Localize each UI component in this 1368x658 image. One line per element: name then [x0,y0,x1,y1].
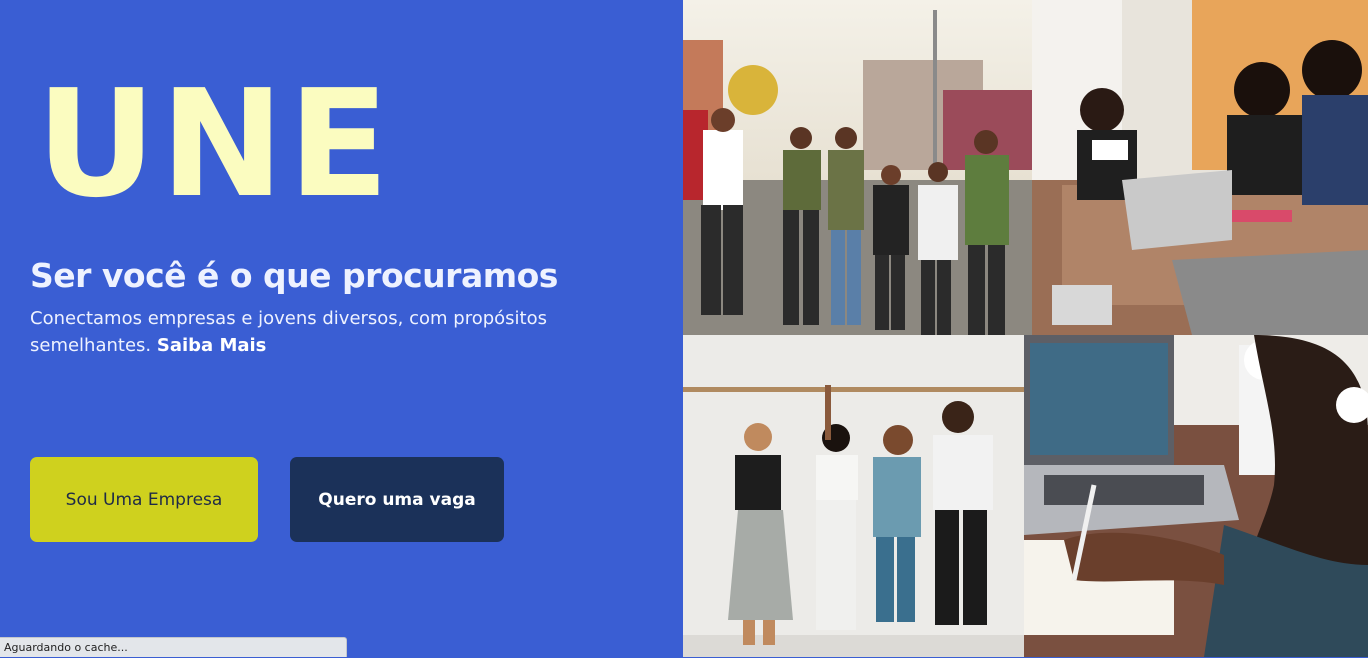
photo-meeting [1032,0,1368,335]
hero-headline: Ser você é o que procuramos [30,256,558,295]
hero-description-text: Conectamos empresas e jovens diversos, c… [30,308,547,356]
photo-group-walking [683,0,1032,335]
hero-description: Conectamos empresas e jovens diversos, c… [30,305,590,359]
company-button[interactable]: Sou Uma Empresa [30,457,258,542]
job-button[interactable]: Quero uma vaga [290,457,504,542]
photo-women-laughing [683,335,1024,657]
brand-title: UNE [36,58,394,230]
learn-more-link[interactable]: Saiba Mais [157,335,267,356]
photo-writing-laptop [1024,335,1368,657]
status-bar: Aguardando o cache... [0,637,347,657]
hero-panel: UNE Ser você é o que procuramos Conectam… [0,0,683,657]
